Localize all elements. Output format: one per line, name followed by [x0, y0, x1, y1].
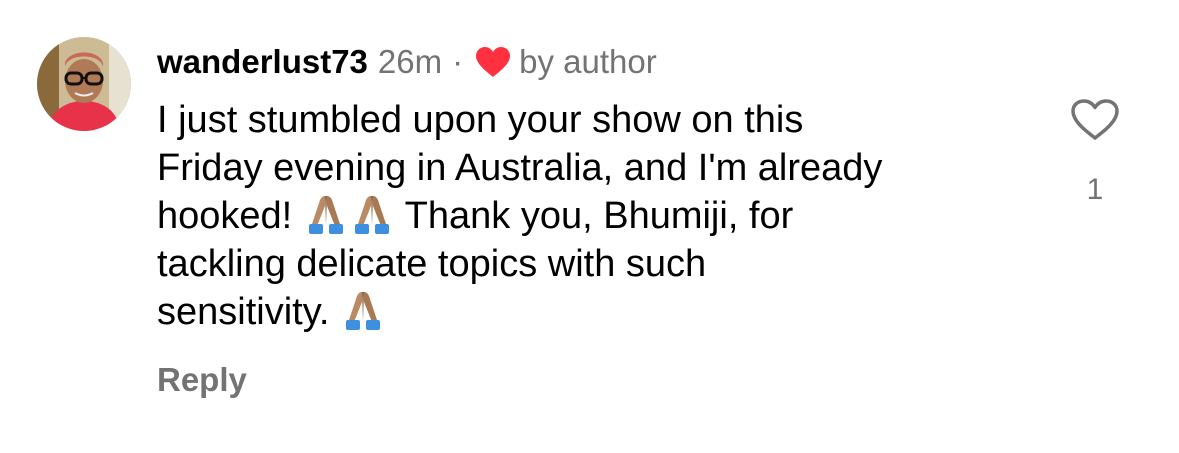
heart-outline-icon	[1071, 99, 1119, 140]
comment-text-segment: Thank you, Bhumiji, for	[404, 195, 794, 237]
comment-header: wanderlust73 26m · by author	[157, 40, 657, 84]
avatar-image	[37, 37, 131, 131]
comment-text-segment: hooked!	[157, 195, 293, 237]
reply-button[interactable]: Reply	[157, 358, 247, 402]
comment-text-segment: sensitivity.	[157, 291, 330, 333]
author-badge-label: by author	[519, 43, 657, 80]
comment-text-line: I just stumbled upon your show on this	[157, 99, 804, 141]
comment-text-line: Friday evening in Australia, and I'm alr…	[157, 147, 883, 189]
like-button[interactable]	[1070, 98, 1120, 142]
comment-text-line: tackling delicate topics with such	[157, 243, 707, 285]
folded-hands-icon	[350, 192, 394, 236]
like-count: 1	[1086, 173, 1104, 206]
comment-text-line: sensitivity.	[157, 288, 1037, 336]
avatar[interactable]	[37, 37, 131, 131]
comment-text: I just stumbled upon your show on this F…	[157, 96, 1037, 336]
comment: wanderlust73 26m · by author I just stum…	[0, 0, 1179, 453]
folded-hands-icon	[304, 192, 348, 236]
heart-icon	[475, 46, 511, 78]
timestamp: 26m	[377, 43, 443, 80]
comment-text-line: hooked! Thank you, Bhumiji, for	[157, 192, 1037, 240]
username[interactable]: wanderlust73	[157, 40, 368, 84]
folded-hands-icon	[341, 288, 385, 332]
separator-dot: ·	[452, 43, 464, 80]
